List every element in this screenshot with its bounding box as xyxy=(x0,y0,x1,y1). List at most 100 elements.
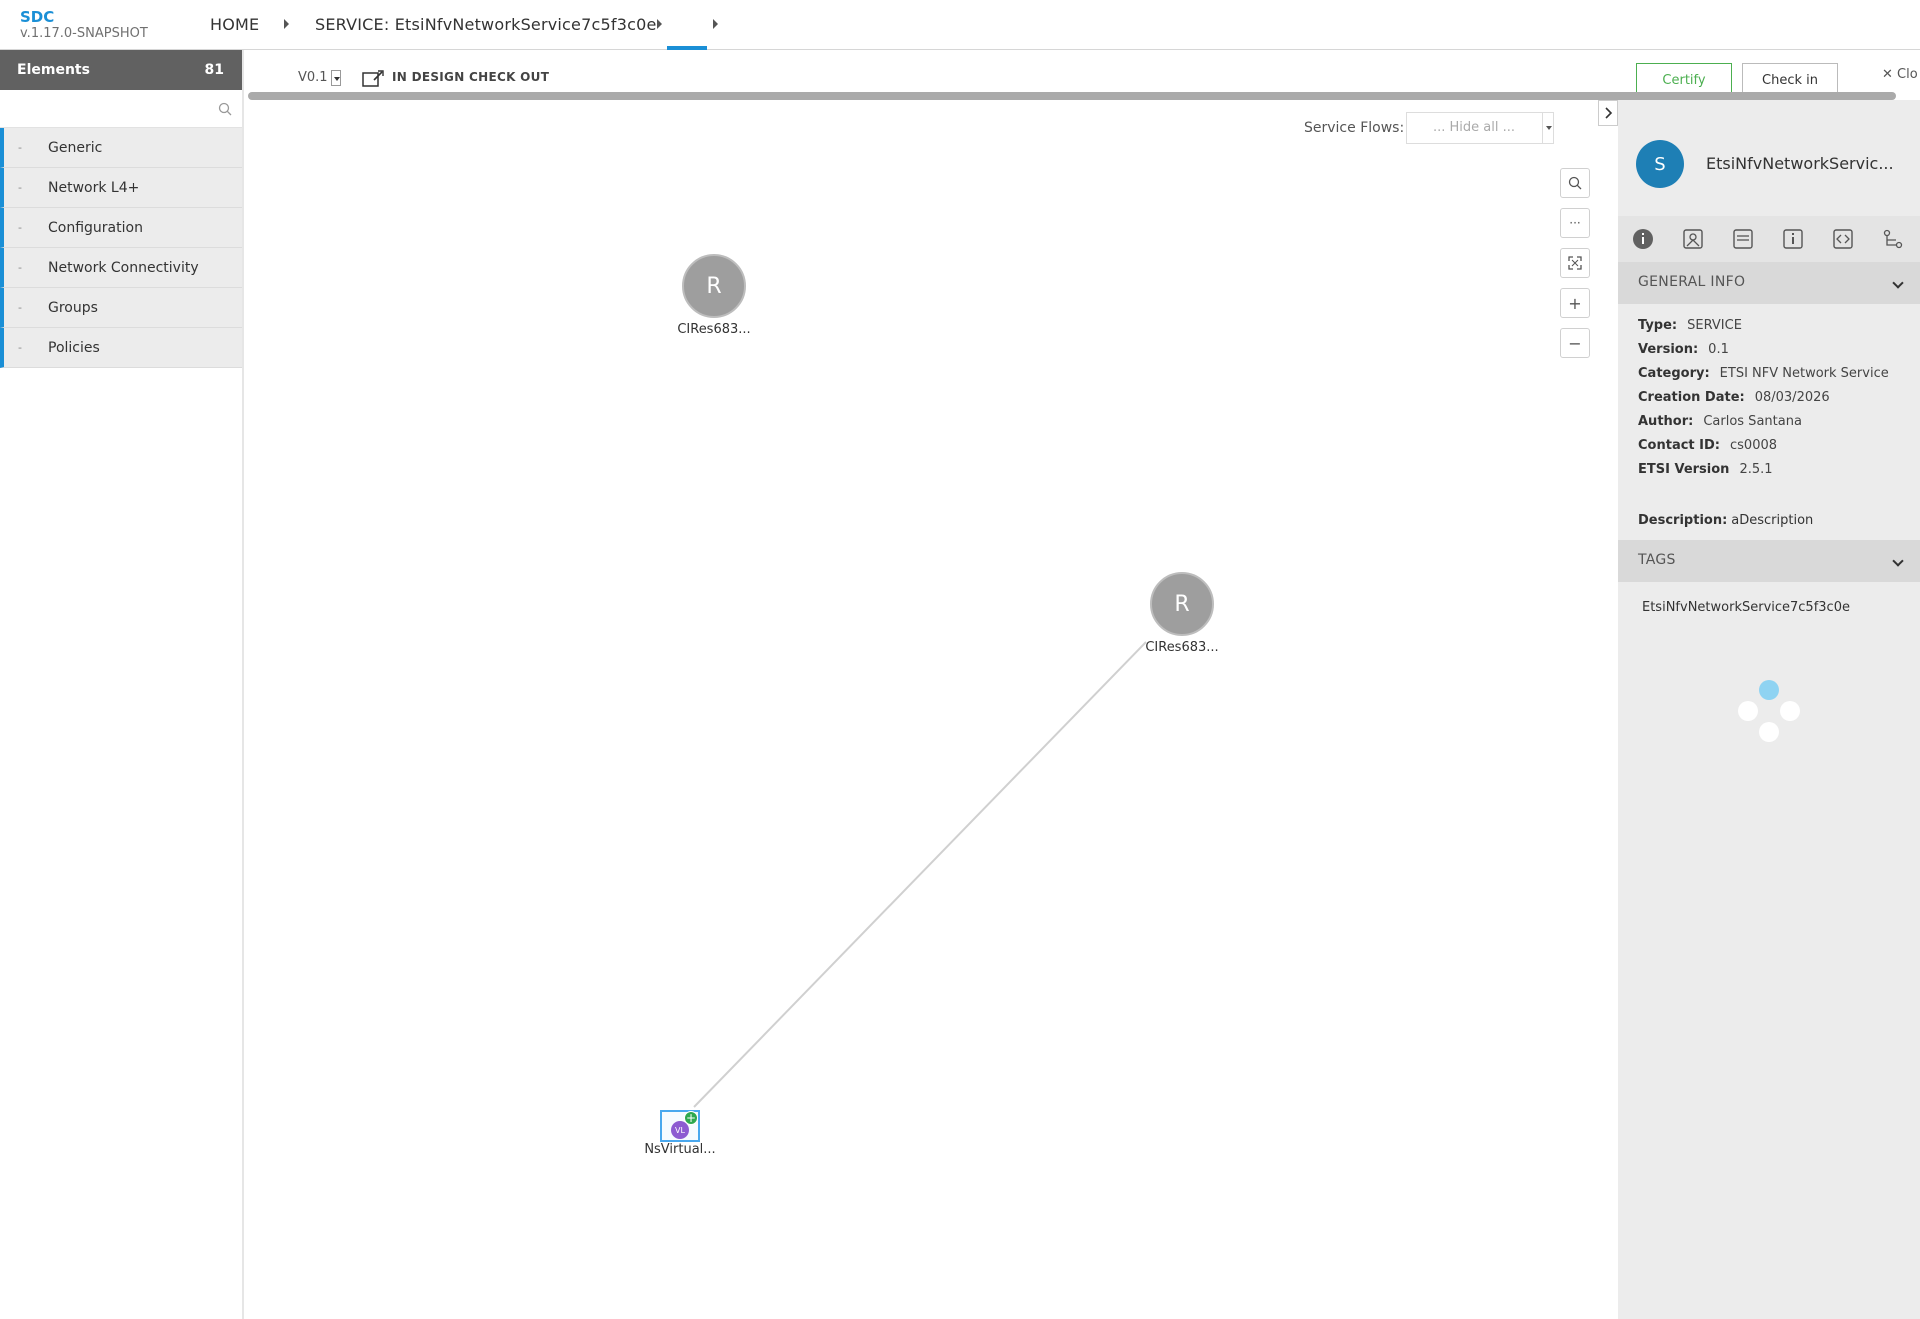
loading-spinner-icon xyxy=(1734,680,1804,750)
elements-title: Elements xyxy=(17,62,90,78)
elements-palette: Elements 81 - Generic - Network L4+ - Confi… xyxy=(0,50,244,1319)
node-label: NsVirtual... xyxy=(644,1142,716,1157)
tab-deployment-artifacts[interactable] xyxy=(1682,228,1704,250)
collapse-dash: - xyxy=(18,341,22,354)
zoom-in-icon: + xyxy=(1568,293,1582,313)
horizontal-scrollbar[interactable] xyxy=(248,92,1896,100)
zoom-out-button[interactable]: − xyxy=(1560,328,1590,358)
tab-general-info[interactable] xyxy=(1632,228,1654,250)
tags-title: TAGS xyxy=(1638,552,1676,568)
details-header: S EtsiNfvNetworkServic... xyxy=(1618,100,1920,216)
relation-line[interactable] xyxy=(693,641,1147,1108)
tags-header[interactable]: TAGS xyxy=(1618,540,1920,582)
info-row-version: Version: 0.1 xyxy=(1638,338,1920,362)
spinner-dot xyxy=(1780,701,1800,721)
info-row-description: Description: aDescription xyxy=(1638,509,1920,533)
chevron-down-icon[interactable] xyxy=(1892,555,1904,567)
collapse-dash: - xyxy=(18,261,22,274)
category-label: Network L4+ xyxy=(48,179,140,196)
top-header: SDC v.1.17.0-SNAPSHOT HOME SERVICE: Etsi… xyxy=(0,0,1920,50)
service-flows-label: Service Flows: xyxy=(1304,120,1405,136)
resource-node-icon[interactable]: R xyxy=(1150,572,1214,636)
category-label: Configuration xyxy=(48,219,143,236)
category-configuration[interactable]: - Configuration xyxy=(0,208,242,248)
collapse-dash: - xyxy=(18,181,22,194)
checkout-icon xyxy=(362,70,384,87)
tab-composition[interactable] xyxy=(1882,228,1904,250)
info-key: Description: xyxy=(1638,513,1728,528)
info-key: Category: xyxy=(1638,366,1710,381)
details-tabs xyxy=(1618,216,1920,262)
code-icon xyxy=(1833,229,1853,249)
elements-search xyxy=(0,90,242,128)
resource-node-icon[interactable]: R xyxy=(682,254,746,318)
info-value: 0.1 xyxy=(1708,342,1729,357)
info-row-etsi-version: ETSI Version 2.5.1 xyxy=(1638,458,1920,482)
info-value: 2.5.1 xyxy=(1739,462,1773,477)
node-label: CIRes683... xyxy=(1145,640,1219,655)
close-label: Clo xyxy=(1897,67,1918,82)
info-value: Carlos Santana xyxy=(1703,414,1802,429)
collapse-dash: - xyxy=(18,221,22,234)
category-label: Groups xyxy=(48,299,98,316)
info-row-category: Category: ETSI NFV Network Service xyxy=(1638,362,1920,386)
virtual-link-node[interactable]: VL + xyxy=(660,1110,700,1142)
node-label: CIRes683... xyxy=(677,322,751,337)
breadcrumb-arrow-icon[interactable] xyxy=(284,19,289,29)
canvas-more-button[interactable]: ··· xyxy=(1560,208,1590,238)
breadcrumb-home[interactable]: HOME xyxy=(210,15,259,34)
search-icon[interactable] xyxy=(218,102,232,116)
category-groups[interactable]: - Groups xyxy=(0,288,242,328)
info-key: ETSI Version xyxy=(1638,462,1730,477)
zoom-out-icon: − xyxy=(1568,333,1582,353)
fit-icon xyxy=(1568,256,1582,270)
tab-properties[interactable] xyxy=(1782,228,1804,250)
info-row-author: Author: Carlos Santana xyxy=(1638,410,1920,434)
collapse-dash: - xyxy=(18,301,22,314)
service-flows-select[interactable]: ... Hide all ... xyxy=(1406,112,1554,144)
breadcrumb-arrow-icon[interactable] xyxy=(657,19,662,29)
composition-canvas[interactable]: Service Flows: ... Hide all ... ··· + − … xyxy=(246,100,1618,1319)
category-policies[interactable]: - Policies xyxy=(0,328,242,368)
version-select[interactable]: V0.1 xyxy=(298,70,328,85)
info-row-contact-id: Contact ID: cs0008 xyxy=(1638,434,1920,458)
close-button[interactable]: ✕ Clo xyxy=(1882,67,1918,82)
add-icon[interactable]: + xyxy=(684,1111,698,1125)
breadcrumb-arrow-icon[interactable] xyxy=(713,19,718,29)
tab-information-artifacts[interactable] xyxy=(1732,228,1754,250)
category-generic[interactable]: - Generic xyxy=(0,128,242,168)
search-icon xyxy=(1568,176,1582,190)
tab-api[interactable] xyxy=(1832,228,1854,250)
info-icon xyxy=(1633,229,1653,249)
info-row-type: Type: SERVICE xyxy=(1638,314,1920,338)
info-value: ETSI NFV Network Service xyxy=(1719,366,1889,381)
spinner-dot xyxy=(1759,722,1779,742)
canvas-search-button[interactable] xyxy=(1560,168,1590,198)
elements-count: 81 xyxy=(204,62,224,78)
chevron-right-icon xyxy=(1605,107,1613,119)
close-icon: ✕ xyxy=(1882,67,1898,82)
check-in-button[interactable]: Check in xyxy=(1742,63,1838,93)
chevron-down-icon[interactable] xyxy=(1892,277,1904,289)
panel-collapse-button[interactable] xyxy=(1598,100,1618,126)
info-key: Author: xyxy=(1638,414,1694,429)
category-network-l4[interactable]: - Network L4+ xyxy=(0,168,242,208)
category-network-connectivity[interactable]: - Network Connectivity xyxy=(0,248,242,288)
zoom-in-button[interactable]: + xyxy=(1560,288,1590,318)
breadcrumb-service[interactable]: SERVICE: EtsiNfvNetworkService7c5f3c0e xyxy=(315,15,657,34)
document-icon xyxy=(1733,229,1753,249)
info-key: Creation Date: xyxy=(1638,390,1745,405)
info-value: SERVICE xyxy=(1687,318,1742,333)
lifecycle-status: IN DESIGN CHECK OUT xyxy=(392,70,550,84)
hierarchy-icon xyxy=(1883,229,1903,249)
general-info-header[interactable]: GENERAL INFO xyxy=(1618,262,1920,304)
certify-button[interactable]: Certify xyxy=(1636,63,1732,93)
elements-search-input[interactable] xyxy=(4,94,210,124)
chevron-down-icon[interactable] xyxy=(1542,112,1554,144)
app-logo[interactable]: SDC v.1.17.0-SNAPSHOT xyxy=(20,8,148,42)
version-caret-icon[interactable] xyxy=(331,70,341,86)
general-info-title: GENERAL INFO xyxy=(1638,274,1746,290)
canvas-fit-button[interactable] xyxy=(1560,248,1590,278)
spinner-dot xyxy=(1738,701,1758,721)
category-label: Policies xyxy=(48,339,100,356)
